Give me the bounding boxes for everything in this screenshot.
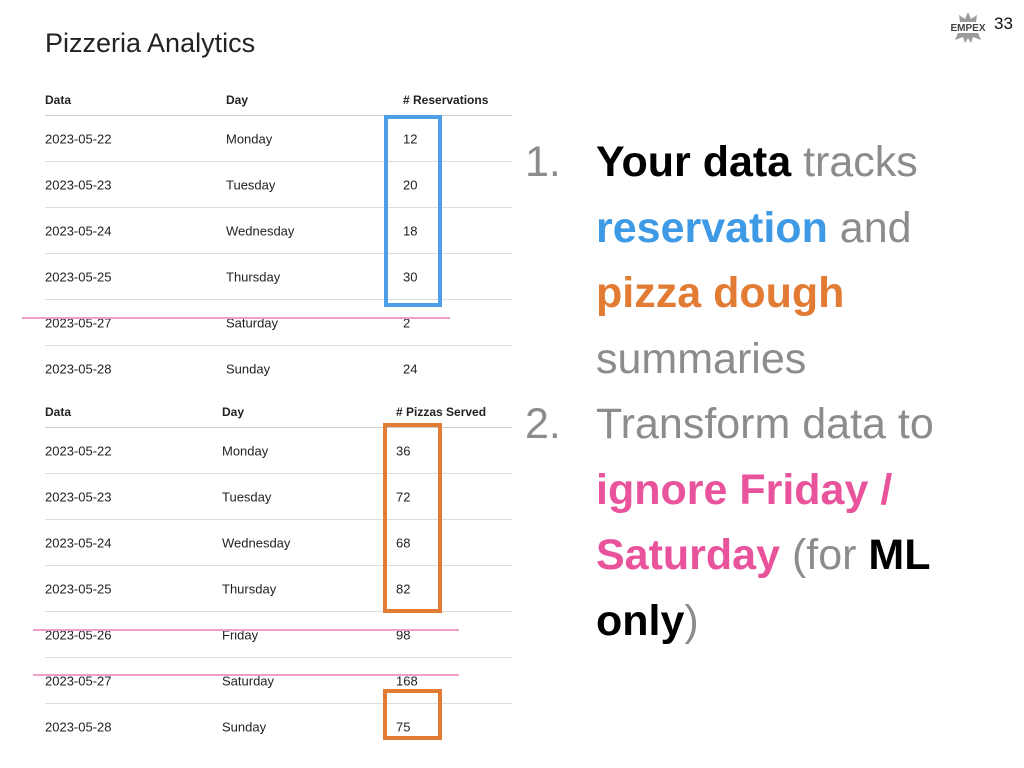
point-one: 1. Your data tracks reservation and pizz… <box>525 130 1020 392</box>
sunday-pizzas-highlight-box <box>383 689 442 740</box>
header-cell: Day <box>222 405 245 419</box>
date-cell: 2023-05-28 <box>45 719 112 734</box>
slide-number: 33 <box>994 14 1013 33</box>
date-cell: 2023-05-24 <box>45 535 112 550</box>
point-number: 1. <box>525 138 561 186</box>
empex-logo-icon: EMPEX <box>948 12 988 43</box>
day-cell: Monday <box>226 131 273 146</box>
date-cell: 2023-05-23 <box>45 177 112 192</box>
for-text: (for <box>780 531 869 579</box>
logo-text: EMPEX <box>950 23 985 34</box>
day-cell: Wednesday <box>222 535 291 550</box>
day-cell: Wednesday <box>226 223 295 238</box>
day-cell: Sunday <box>222 719 267 734</box>
header-cell: # Pizzas Served <box>396 405 487 419</box>
date-cell: 2023-05-22 <box>45 443 112 458</box>
day-cell: Thursday <box>226 269 281 284</box>
date-cell: 2023-05-23 <box>45 489 112 504</box>
strike-saturday-pizzas <box>33 674 459 676</box>
reservations-highlight-box <box>384 115 442 307</box>
day-cell: Tuesday <box>222 489 272 504</box>
table-header-row: Data Day # Reservations <box>45 79 512 116</box>
table-row: 2023-05-28 Sunday 24 <box>45 346 512 391</box>
tracks-text: tracks <box>791 138 918 186</box>
strike-saturday-reservations <box>22 317 450 319</box>
empex-logo: EMPEX <box>946 10 990 44</box>
date-cell: 2023-05-22 <box>45 131 112 146</box>
close-paren-text: ) <box>684 596 699 645</box>
day-cell: Sunday <box>226 361 271 376</box>
your-data-text: Your data <box>596 138 792 186</box>
and-text: and <box>827 203 912 252</box>
pizza-dough-text: pizza dough <box>596 269 845 317</box>
value-cell: 24 <box>403 361 418 376</box>
day-cell: Thursday <box>222 581 277 596</box>
date-cell: 2023-05-25 <box>45 581 112 596</box>
date-cell: 2023-05-28 <box>45 361 112 376</box>
slide-title: Pizzeria Analytics <box>45 28 256 58</box>
point-number: 2. <box>525 400 561 448</box>
reservation-text: reservation <box>596 203 828 252</box>
header-cell: Data <box>45 93 72 107</box>
header-cell: Day <box>226 93 249 107</box>
date-cell: 2023-05-25 <box>45 269 112 284</box>
day-cell: Monday <box>222 443 269 458</box>
header-cell: # Reservations <box>403 93 489 107</box>
header-cell: Data <box>45 405 72 419</box>
day-cell: Tuesday <box>226 177 276 192</box>
table-row-ignored: 2023-05-26 Friday 98 <box>45 612 512 658</box>
transform-text: Transform data to <box>596 400 934 448</box>
summaries-text: summaries <box>596 334 807 383</box>
pizzas-highlight-box <box>383 423 442 613</box>
date-cell: 2023-05-24 <box>45 223 112 238</box>
point-two: 2. Transform data to ignore Friday / Sat… <box>525 392 1020 654</box>
key-points-list: 1. Your data tracks reservation and pizz… <box>525 130 1020 654</box>
strike-friday-pizzas <box>33 629 459 631</box>
